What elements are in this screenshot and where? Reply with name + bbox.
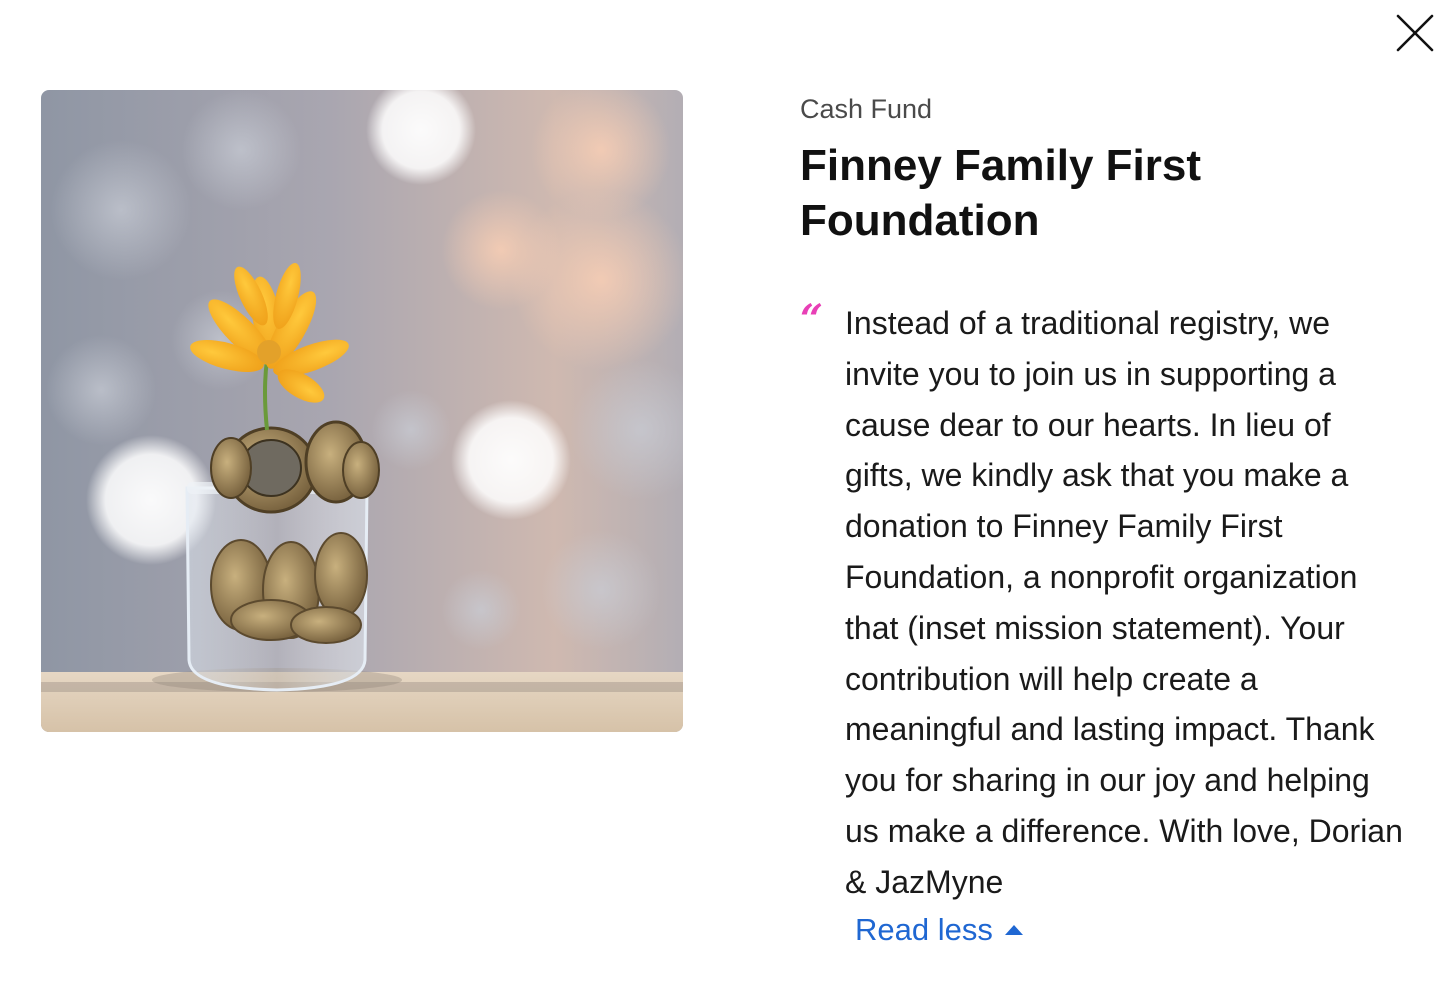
read-less-link[interactable]: Read less bbox=[855, 910, 1023, 950]
read-less-label: Read less bbox=[855, 911, 993, 947]
fund-message-text: Instead of a traditional registry, we in… bbox=[845, 305, 1403, 900]
close-icon bbox=[1396, 14, 1434, 52]
quote-icon: “ bbox=[800, 296, 824, 343]
fund-type-label: Cash Fund bbox=[800, 94, 933, 124]
close-button[interactable] bbox=[1390, 8, 1440, 58]
fund-message: “ Instead of a traditional registry, we … bbox=[800, 298, 1420, 908]
fund-details: Cash Fund Finney Family First Foundation… bbox=[800, 92, 1420, 950]
caret-up-icon bbox=[1004, 924, 1023, 935]
fund-title: Finney Family First Foundation bbox=[800, 141, 1201, 245]
fund-image bbox=[41, 90, 683, 732]
